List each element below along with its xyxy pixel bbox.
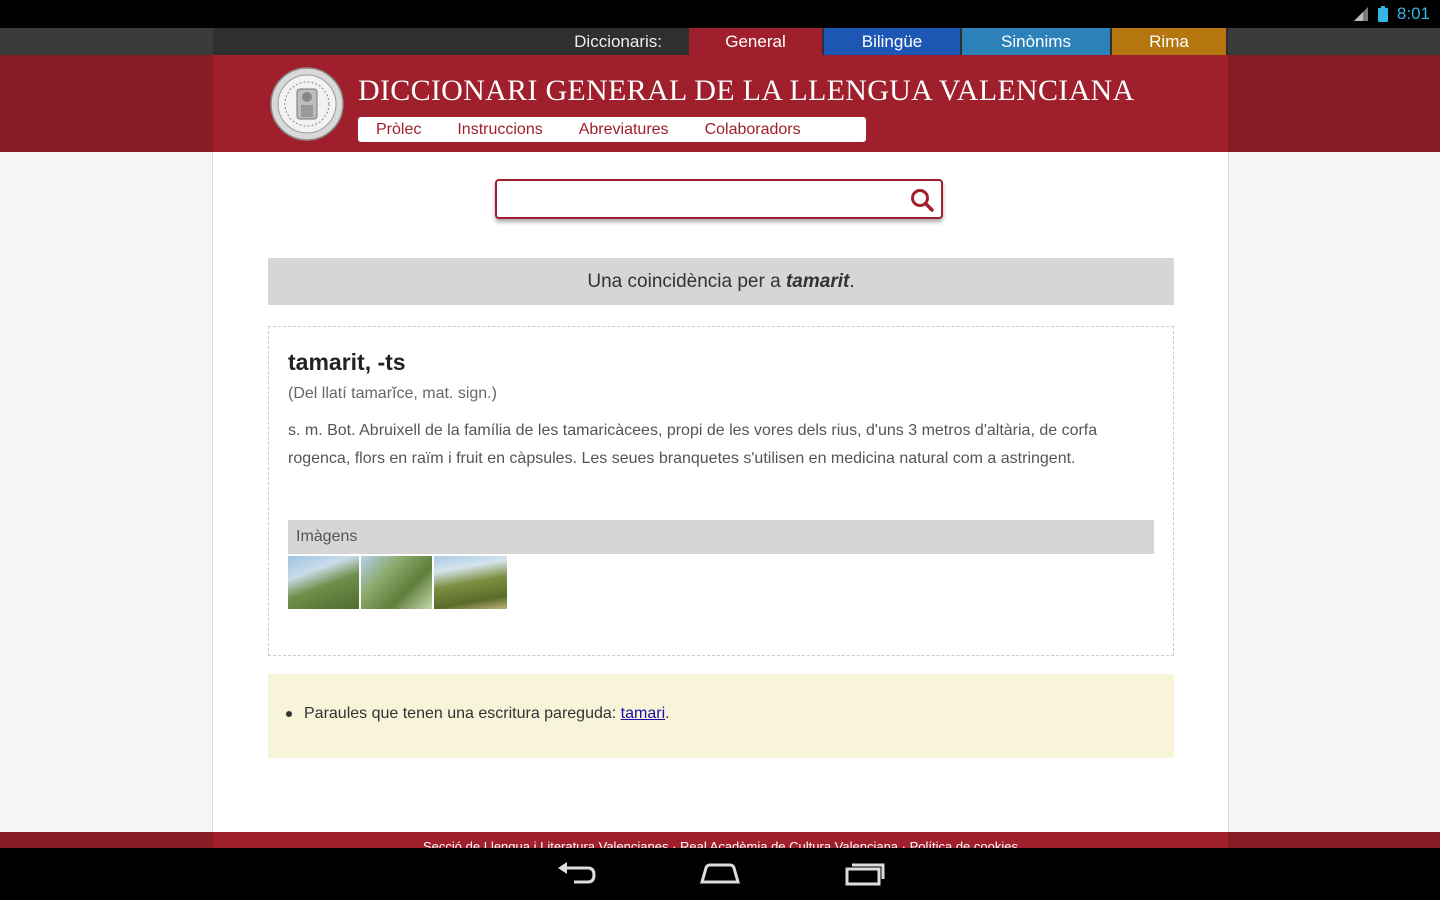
image-thumbnail[interactable] — [288, 556, 359, 609]
site-header: DICCIONARI GENERAL DE LA LLENGUA VALENCI… — [0, 55, 1440, 152]
image-thumbnail[interactable] — [361, 556, 432, 609]
dictionaries-label: Diccionaris: — [574, 32, 662, 51]
site-footer-inner: Secció de Llengua i Literatura Valencian… — [213, 832, 1228, 848]
menu-item-abreviatures[interactable]: Abreviatures — [579, 121, 669, 139]
similar-words-suffix: . — [665, 705, 670, 722]
academy-seal-icon[interactable] — [270, 67, 344, 141]
results-summary-prefix: Una coincidència per a — [587, 271, 786, 292]
search-icon[interactable] — [909, 187, 935, 213]
dictionary-entry: tamarit, -ts (Del llatí tamarĭce, mat. s… — [268, 326, 1174, 656]
signal-icon — [1353, 7, 1368, 21]
menu-item-colaboradors[interactable]: Colaboradors — [705, 121, 801, 139]
search-box — [495, 179, 943, 219]
similar-words-item: Paraules que tenen una escritura paregud… — [286, 705, 670, 723]
results-summary: Una coincidència per a tamarit. — [268, 258, 1174, 305]
entry-etymology: (Del llatí tamarĭce, mat. sign.) — [288, 385, 497, 402]
recent-apps-icon[interactable] — [843, 860, 887, 888]
menu-item-instruccions[interactable]: Instruccions — [457, 121, 542, 139]
tab-general[interactable]: General — [689, 28, 822, 55]
main-content: Una coincidència per a tamarit. tamarit,… — [212, 152, 1229, 832]
tab-sinonims[interactable]: Sinònims — [962, 28, 1110, 55]
status-bar: 8:01 — [0, 0, 1440, 28]
image-thumbnail[interactable] — [434, 556, 507, 609]
menu-item-prolec[interactable]: Pròlec — [376, 121, 421, 139]
dictionary-nav-inner: Diccionaris: General Bilingüe Sinònims R… — [213, 28, 1228, 55]
results-summary-term: tamarit — [785, 271, 850, 292]
site-header-inner: DICCIONARI GENERAL DE LA LLENGUA VALENCI… — [213, 55, 1228, 152]
back-icon[interactable] — [554, 860, 598, 888]
entry-definition: s. m. Bot. Abruixell de la família de le… — [288, 422, 1098, 467]
site-footer: Secció de Llengua i Literatura Valencian… — [0, 832, 1440, 848]
bullet-icon — [286, 710, 292, 717]
tab-rima[interactable]: Rima — [1112, 28, 1226, 55]
site-title: DICCIONARI GENERAL DE LA LLENGUA VALENCI… — [358, 74, 1135, 107]
search-input[interactable] — [505, 185, 899, 215]
similar-words-box: Paraules que tenen una escritura paregud… — [268, 674, 1174, 758]
similar-word-link[interactable]: tamari — [621, 705, 665, 722]
entry-headword: tamarit, -ts — [288, 349, 406, 375]
home-icon[interactable] — [698, 860, 742, 888]
status-icons: 8:01 — [1353, 4, 1430, 24]
results-summary-suffix: . — [849, 271, 855, 292]
similar-words-text: Paraules que tenen una escritura paregud… — [304, 705, 621, 722]
system-nav-bar — [0, 848, 1440, 900]
footer-links[interactable]: Secció de Llengua i Literatura Valencian… — [213, 839, 1228, 848]
images-header: Imàgens — [288, 520, 1154, 554]
header-menu: Pròlec Instruccions Abreviatures Colabor… — [358, 117, 866, 142]
clock: 8:01 — [1396, 4, 1430, 23]
battery-icon — [1377, 6, 1388, 22]
image-gallery — [288, 556, 507, 609]
dictionary-nav: Diccionaris: General Bilingüe Sinònims R… — [0, 28, 1440, 55]
tab-bilingue[interactable]: Bilingüe — [824, 28, 960, 55]
